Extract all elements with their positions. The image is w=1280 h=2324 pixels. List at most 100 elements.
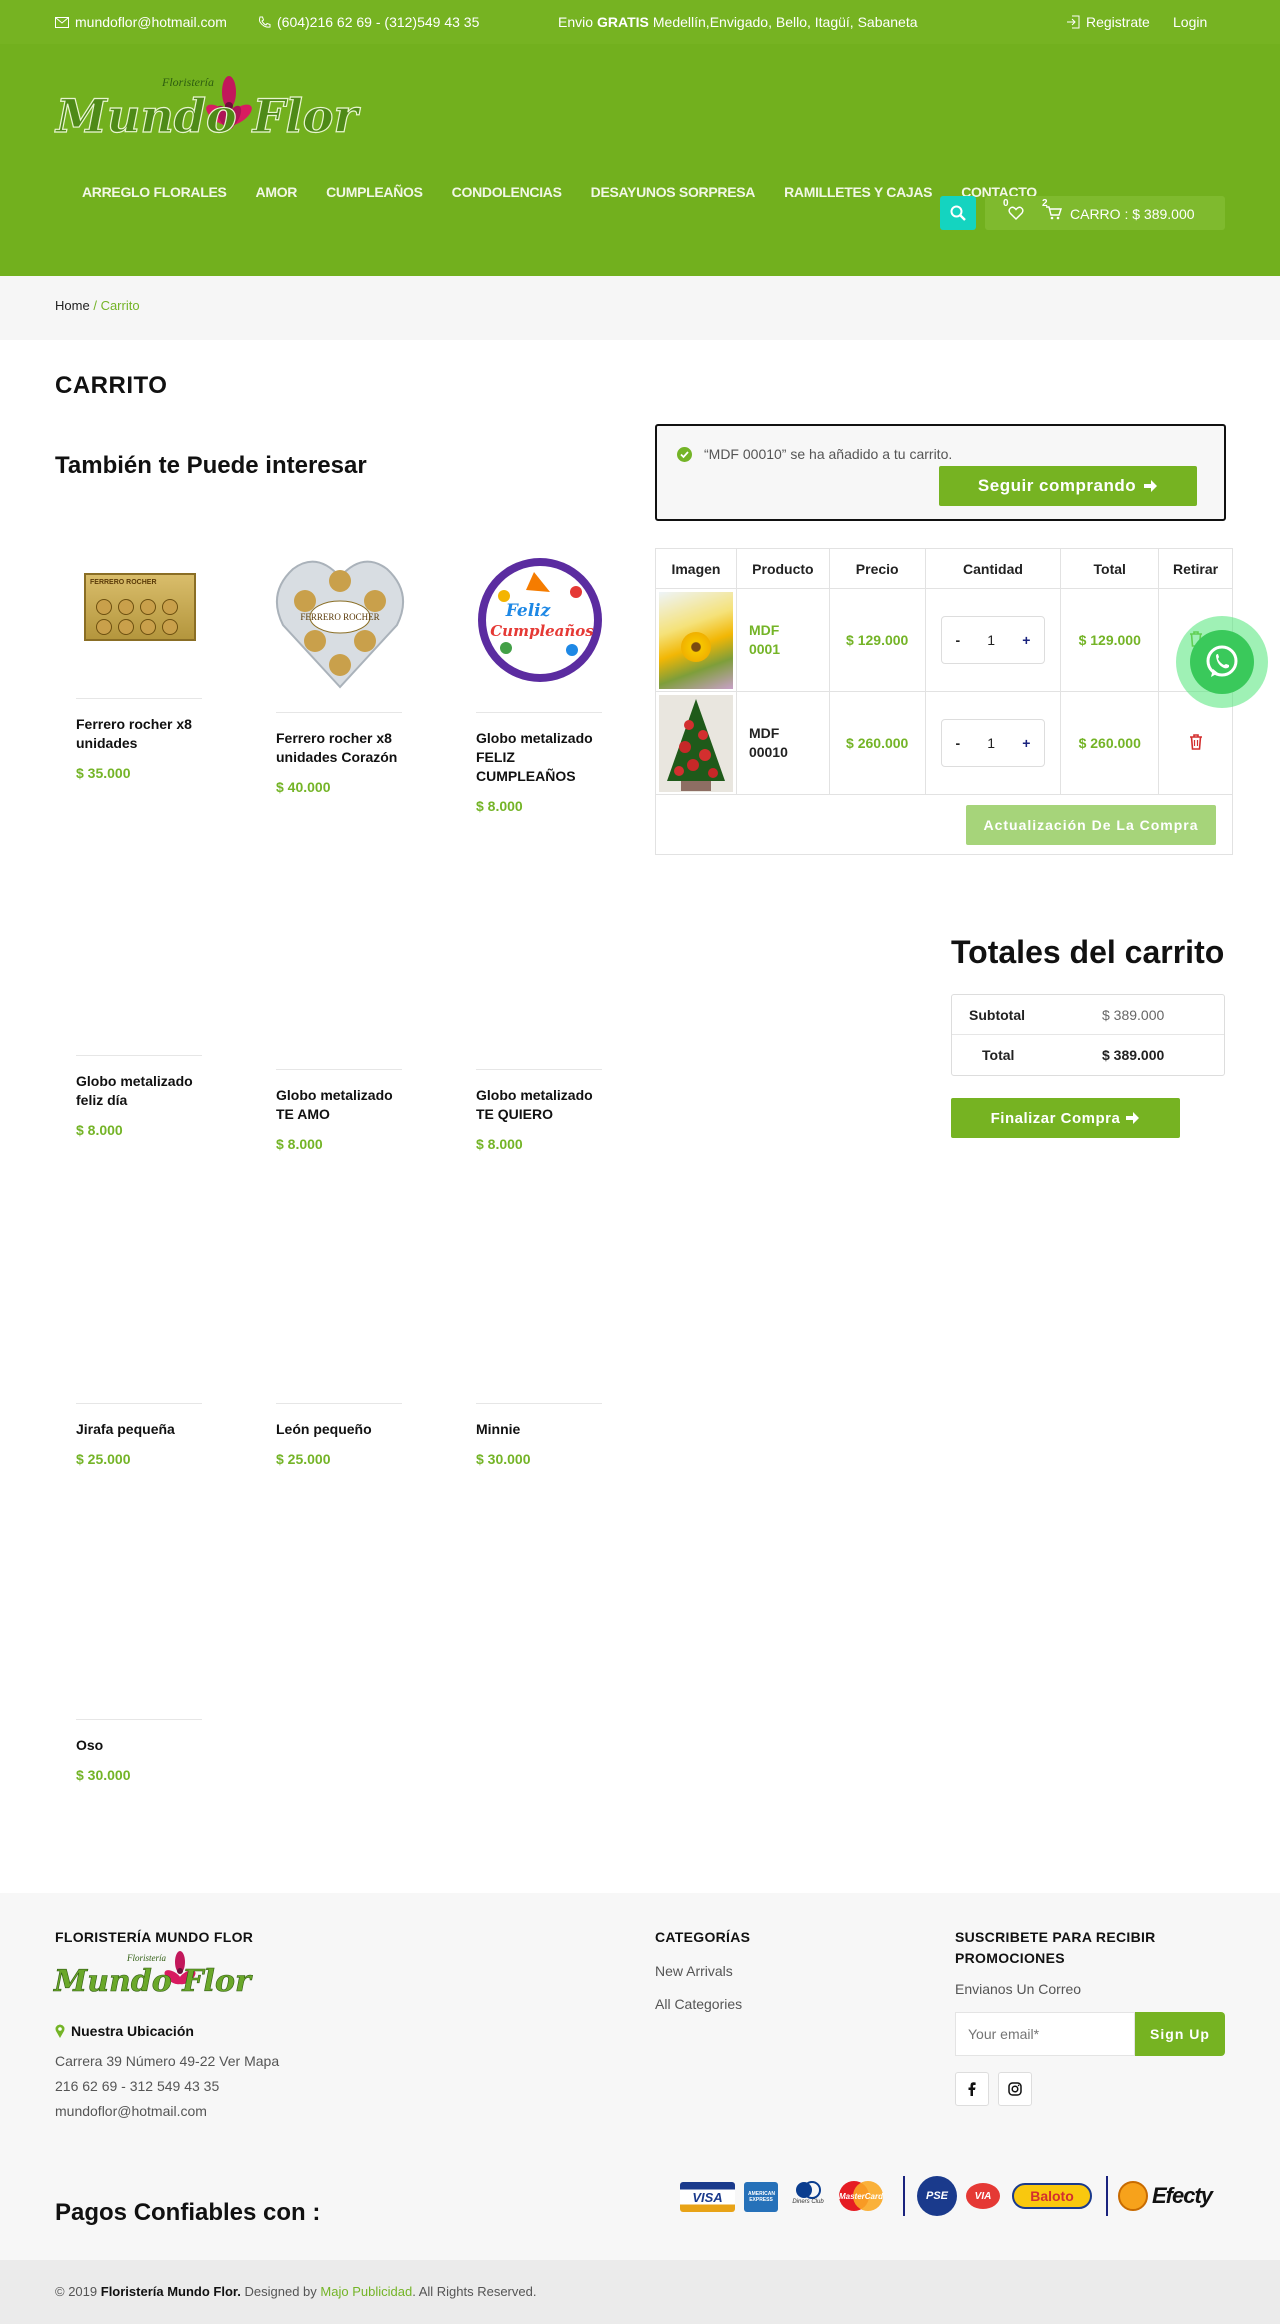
product-price: $ 30.000 <box>476 1451 531 1467</box>
topbar-phone[interactable]: (604)216 62 69 - (312)549 43 35 <box>258 14 479 30</box>
agency-link[interactable]: Majo Publicidad <box>320 2284 412 2299</box>
qty-plus-button[interactable]: + <box>1022 735 1030 751</box>
svg-text:MasterCard: MasterCard <box>839 2192 884 2201</box>
checkout-label: Finalizar Compra <box>990 1109 1121 1127</box>
cart-item-image[interactable] <box>658 694 733 792</box>
product-price: $ 8.000 <box>476 798 523 814</box>
footer-logo[interactable]: Floristería Mundo Flor <box>52 1949 262 2001</box>
nav-cumpleanos[interactable]: CUMPLEAÑOS <box>326 184 423 200</box>
instagram-button[interactable] <box>998 2072 1032 2106</box>
product-card[interactable]: Oso $ 30.000 <box>76 1719 202 1783</box>
product-name[interactable]: Globo metalizado feliz día <box>76 1072 202 1110</box>
cart-item-image[interactable] <box>658 591 733 689</box>
product-price: $ 8.000 <box>76 1122 123 1138</box>
product-name[interactable]: Oso <box>76 1736 202 1755</box>
qty-value[interactable]: 1 <box>987 735 995 751</box>
quantity-stepper: - 1 + <box>940 616 1045 664</box>
footer-cat-all[interactable]: All Categories <box>655 1996 742 2012</box>
register-link[interactable]: Registrate <box>1066 14 1150 30</box>
subtotal-label: Subtotal <box>969 1006 1025 1023</box>
visa-logo: VISA <box>680 2182 735 2212</box>
qty-plus-button[interactable]: + <box>1022 632 1030 648</box>
phone-icon <box>259 16 271 28</box>
product-name[interactable]: Minnie <box>476 1420 602 1439</box>
facebook-button[interactable] <box>955 2072 989 2106</box>
product-name[interactable]: Ferrero rocher x8 unidades <box>76 715 202 753</box>
footer-cat-new-arrivals[interactable]: New Arrivals <box>655 1963 733 1979</box>
related-title: También te Puede interesar <box>55 452 367 479</box>
sign-in-icon <box>1067 15 1080 29</box>
shipping-prefix: Envio <box>558 14 594 30</box>
product-name[interactable]: Ferrero rocher x8 unidades Corazón <box>276 729 402 767</box>
product-image-ferrero-heart[interactable]: FERRERO ROCHER <box>275 553 405 691</box>
product-card[interactable]: León pequeño $ 25.000 <box>276 1403 402 1467</box>
product-name[interactable]: Globo metalizado TE AMO <box>276 1086 402 1124</box>
sign-up-button[interactable]: Sign Up <box>1135 2012 1225 2056</box>
product-card[interactable]: Globo metalizado TE QUIERO $ 8.000 <box>476 1069 602 1152</box>
footer-phones: 216 62 69 - 312 549 43 35 <box>55 2078 220 2094</box>
login-link[interactable]: Login <box>1173 14 1207 30</box>
product-card[interactable]: Globo metalizado feliz día $ 8.000 <box>76 1055 202 1138</box>
product-card[interactable]: Jirafa pequeña $ 25.000 <box>76 1403 202 1467</box>
checkout-button[interactable]: Finalizar Compra <box>951 1098 1180 1138</box>
arrow-right-icon <box>1144 480 1158 492</box>
cart-item-name[interactable]: MDF 0001 <box>749 621 809 659</box>
arrow-right-icon <box>1126 1112 1140 1124</box>
location-title: Nuestra Ubicación <box>71 2023 194 2039</box>
shipping-rest: Medellín,Envigado, Bello, Itagüí, Sabane… <box>652 14 918 30</box>
qty-minus-button[interactable]: - <box>956 735 961 751</box>
product-name[interactable]: Globo metalizado FELIZ CUMPLEAÑOS <box>476 729 602 786</box>
product-price: $ 25.000 <box>276 1451 331 1467</box>
cart-item-name[interactable]: MDF 00010 <box>749 724 809 762</box>
footer-subscribe-title: SUSCRIBETE PARA RECIBIR PROMOCIONES <box>955 1929 1156 1966</box>
nav-amor[interactable]: AMOR <box>256 184 298 200</box>
product-image-balloon-cumpleanos[interactable]: Feliz Cumpleaños <box>476 556 604 684</box>
nav-ramilletes-y-cajas[interactable]: RAMILLETES Y CAJAS <box>784 184 932 200</box>
site-logo[interactable]: Floristería Mundo Flor <box>53 68 364 148</box>
newsletter-email-input[interactable] <box>955 2012 1135 2056</box>
col-producto: Producto <box>735 548 830 589</box>
copyright-bar: © 2019 Floristería Mundo Flor. Designed … <box>0 2260 1280 2324</box>
cart-total-link[interactable]: CARRO : $ 389.000 <box>1070 206 1195 222</box>
update-cart-button[interactable]: Actualización De La Compra <box>966 804 1216 845</box>
qty-minus-button[interactable]: - <box>956 632 961 648</box>
footer-email[interactable]: mundoflor@hotmail.com <box>55 2103 207 2119</box>
search-button[interactable] <box>940 196 976 230</box>
footer-address[interactable]: Carrera 39 Número 49-22 Ver Mapa <box>55 2053 279 2069</box>
nav-desayunos-sorpresa[interactable]: DESAYUNOS SORPRESA <box>591 184 756 200</box>
efecty-logo: Efecty <box>1118 2178 1228 2214</box>
top-bar: mundoflor@hotmail.com (604)216 62 69 - (… <box>0 0 1280 44</box>
cart-bar: 0 2 CARRO : $ 389.000 <box>985 196 1225 230</box>
continue-shopping-button[interactable]: Seguir comprando <box>939 466 1197 506</box>
mastercard-logo: MasterCard <box>836 2180 886 2212</box>
product-card[interactable]: Ferrero rocher x8 unidades $ 35.000 <box>76 698 202 781</box>
topbar-email[interactable]: mundoflor@hotmail.com <box>55 14 227 30</box>
product-card[interactable]: Minnie $ 30.000 <box>476 1403 602 1467</box>
nav-arreglo-florales[interactable]: ARREGLO FLORALES <box>82 184 227 200</box>
heart-icon[interactable] <box>1008 206 1024 220</box>
trash-icon[interactable] <box>1189 733 1203 750</box>
product-price: $ 30.000 <box>76 1767 131 1783</box>
product-price: $ 35.000 <box>76 765 131 781</box>
cart-icon[interactable] <box>1046 206 1062 220</box>
product-name[interactable]: Jirafa pequeña <box>76 1420 202 1439</box>
page-title: CARRITO <box>55 372 168 399</box>
footer-categories-title: CATEGORÍAS <box>655 1929 751 1945</box>
product-name[interactable]: Globo metalizado TE QUIERO <box>476 1086 602 1124</box>
svg-text:Mundo Flor: Mundo Flor <box>53 1964 253 1999</box>
product-card[interactable]: Ferrero rocher x8 unidades Corazón $ 40.… <box>276 712 402 795</box>
product-card[interactable]: Globo metalizado FELIZ CUMPLEAÑOS $ 8.00… <box>476 712 602 814</box>
product-name[interactable]: León pequeño <box>276 1420 402 1439</box>
product-image-ferrero-box[interactable]: FERRERO ROCHER <box>84 573 196 641</box>
subtotal-row: Subtotal $ 389.000 <box>952 995 1224 1035</box>
topbar-email-text: mundoflor@hotmail.com <box>75 14 227 30</box>
svg-text:Floristería: Floristería <box>161 75 214 89</box>
product-card[interactable]: Globo metalizado TE AMO $ 8.000 <box>276 1069 402 1152</box>
cart-totals: Totales del carrito Subtotal $ 389.000 T… <box>951 930 1225 1138</box>
qty-value[interactable]: 1 <box>987 632 995 648</box>
breadcrumb-home[interactable]: Home <box>55 298 90 313</box>
svg-text:Mundo Flor: Mundo Flor <box>54 89 361 143</box>
whatsapp-button[interactable] <box>1176 616 1268 708</box>
nav-condolencias[interactable]: CONDOLENCIAS <box>452 184 562 200</box>
table-actions-row: Actualización De La Compra <box>655 794 1233 855</box>
